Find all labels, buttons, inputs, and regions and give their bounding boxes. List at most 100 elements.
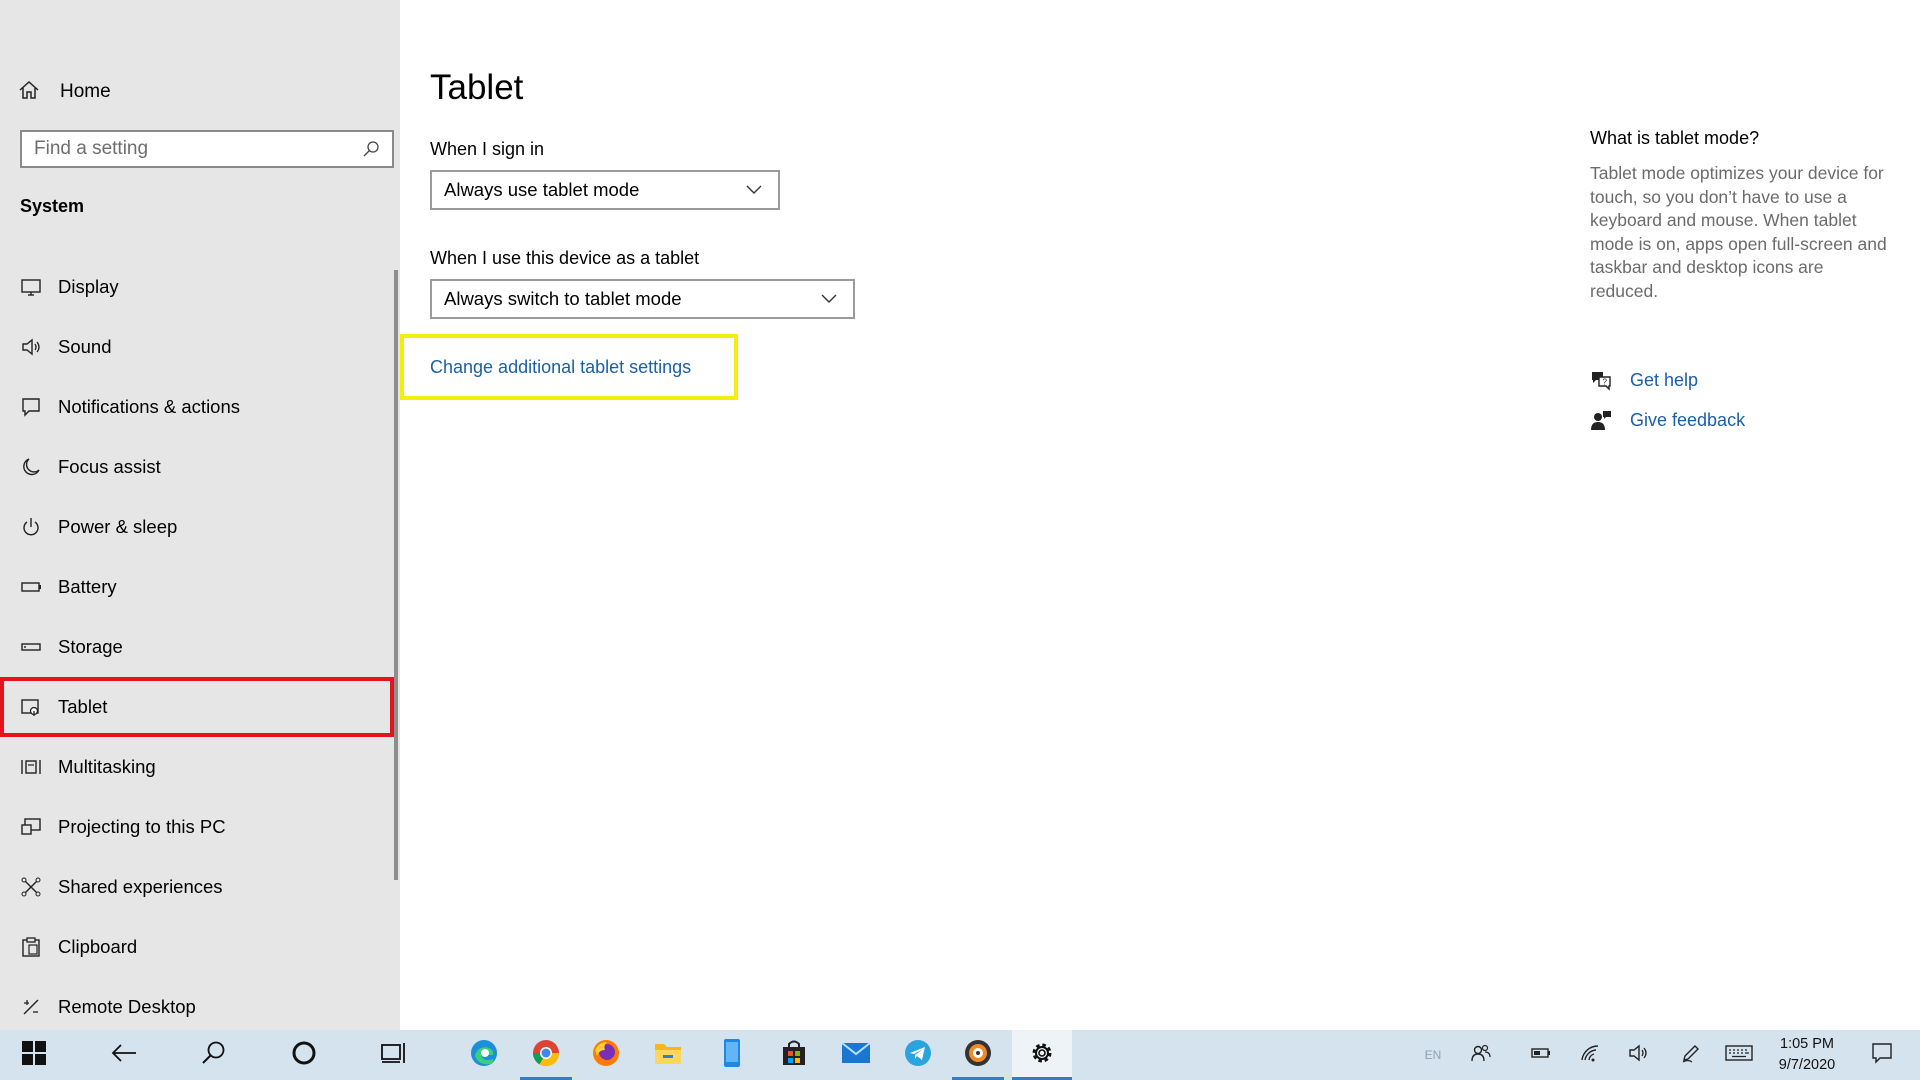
sidebar-item-label: Display — [58, 276, 119, 297]
tablet-use-label: When I use this device as a tablet — [430, 248, 700, 268]
additional-tablet-settings-link[interactable]: Change additional tablet settings — [430, 357, 691, 378]
telegram-button[interactable] — [890, 1030, 946, 1080]
aside-title: What is tablet mode? — [1590, 128, 1760, 148]
feedback-icon — [1590, 408, 1614, 432]
back-button[interactable] — [94, 1030, 154, 1080]
chrome-button[interactable] — [520, 1030, 572, 1080]
sidebar-item-label: Tablet — [58, 696, 108, 717]
speaker-icon — [18, 334, 44, 360]
telegram-icon — [903, 1038, 933, 1073]
monitor-icon — [18, 274, 44, 300]
volume-button[interactable] — [1624, 1030, 1654, 1080]
sidebar-scrollbar[interactable] — [394, 270, 398, 880]
sidebar-item-label: Projecting to this PC — [58, 816, 226, 837]
clock-date: 9/7/2020 — [1778, 1057, 1836, 1073]
start-button[interactable] — [4, 1030, 64, 1080]
sidebar-item-label: Power & sleep — [58, 516, 178, 537]
search-button[interactable] — [184, 1030, 244, 1080]
search-input[interactable] — [22, 137, 356, 161]
store-icon — [780, 1039, 808, 1072]
language-indicator[interactable]: EN — [1420, 1030, 1446, 1080]
phone-button[interactable] — [704, 1030, 760, 1080]
storage-icon — [18, 634, 44, 660]
search-box[interactable] — [20, 130, 394, 168]
touch-keyboard-button[interactable] — [1722, 1030, 1756, 1080]
remote-desktop-icon — [18, 994, 44, 1020]
mail-icon — [841, 1041, 871, 1070]
home-nav-item[interactable]: Home — [18, 72, 378, 112]
sidebar-item-notifications[interactable]: Notifications & actions — [0, 377, 400, 437]
sidebar: Home System Display Sound Notifications … — [0, 0, 400, 1030]
main-content: Tablet When I sign in Always use tablet … — [400, 0, 1500, 1030]
sidebar-item-projecting[interactable]: Projecting to this PC — [0, 797, 400, 857]
sidebar-item-storage[interactable]: Storage — [0, 617, 400, 677]
keyboard-icon — [1725, 1044, 1753, 1067]
action-center-button[interactable] — [1864, 1030, 1900, 1080]
people-icon — [1470, 1042, 1492, 1069]
language-label: EN — [1424, 1048, 1442, 1062]
notification-icon — [18, 394, 44, 420]
battery-tray-button[interactable] — [1526, 1030, 1556, 1080]
clock[interactable]: 1:05 PM 9/7/2020 — [1762, 1034, 1852, 1076]
sidebar-item-multitasking[interactable]: Multitasking — [0, 737, 400, 797]
sidebar-item-clipboard[interactable]: Clipboard — [0, 917, 400, 977]
phone-icon — [722, 1038, 742, 1073]
shared-icon — [18, 874, 44, 900]
sidebar-item-display[interactable]: Display — [0, 257, 400, 317]
sidebar-item-label: Shared experiences — [58, 876, 223, 897]
sign-in-label: When I sign in — [430, 139, 545, 159]
page-title: Tablet — [430, 68, 524, 107]
network-button[interactable] — [1576, 1030, 1606, 1080]
store-button[interactable] — [766, 1030, 822, 1080]
chevron-down-icon — [746, 180, 766, 200]
cortana-icon — [291, 1040, 317, 1071]
edge-button[interactable] — [454, 1030, 514, 1080]
chevron-down-icon — [821, 289, 841, 309]
get-help-link[interactable]: ? Get help — [1590, 368, 1698, 392]
tablet-use-dropdown-value: Always switch to tablet mode — [444, 288, 682, 309]
sign-in-dropdown-value: Always use tablet mode — [444, 179, 640, 200]
give-feedback-link[interactable]: Give feedback — [1590, 408, 1745, 432]
media-player-button[interactable] — [952, 1030, 1004, 1080]
search-icon[interactable] — [356, 134, 386, 164]
battery-icon — [1530, 1045, 1552, 1066]
nav-list: Display Sound Notifications & actions Fo… — [0, 257, 400, 1037]
tablet-use-dropdown[interactable]: Always switch to tablet mode — [430, 279, 855, 319]
firefox-button[interactable] — [578, 1030, 634, 1080]
battery-icon — [18, 574, 44, 600]
file-explorer-icon — [653, 1040, 683, 1071]
aside-description: Tablet mode optimizes your device for to… — [1590, 163, 1887, 301]
people-button[interactable] — [1466, 1030, 1496, 1080]
sidebar-item-remote-desktop[interactable]: Remote Desktop — [0, 977, 400, 1037]
power-icon — [18, 514, 44, 540]
windows-logo-icon — [21, 1040, 47, 1071]
notification-icon — [1871, 1042, 1893, 1069]
clock-time: 1:05 PM — [1780, 1036, 1834, 1052]
sidebar-item-power-sleep[interactable]: Power & sleep — [0, 497, 400, 557]
settings-button[interactable] — [1012, 1030, 1072, 1080]
sign-in-dropdown[interactable]: Always use tablet mode — [430, 170, 780, 210]
settings-icon — [1028, 1039, 1056, 1072]
cortana-button[interactable] — [274, 1030, 334, 1080]
sidebar-item-label: Storage — [58, 636, 123, 657]
sidebar-item-label: Sound — [58, 336, 112, 357]
pen-workspace-button[interactable] — [1676, 1030, 1706, 1080]
sidebar-item-tablet[interactable]: Tablet — [0, 677, 394, 737]
sidebar-item-label: Focus assist — [58, 456, 161, 477]
sidebar-item-shared-experiences[interactable]: Shared experiences — [0, 857, 400, 917]
tablet-icon — [18, 694, 44, 720]
sidebar-item-label: Remote Desktop — [58, 996, 196, 1017]
svg-text:?: ? — [1603, 378, 1608, 387]
sidebar-item-focus-assist[interactable]: Focus assist — [0, 437, 400, 497]
mail-button[interactable] — [828, 1030, 884, 1080]
sidebar-item-battery[interactable]: Battery — [0, 557, 400, 617]
help-chat-icon: ? — [1590, 368, 1614, 392]
task-view-button[interactable] — [364, 1030, 424, 1080]
sidebar-item-label: Notifications & actions — [58, 396, 241, 417]
sidebar-item-label: Clipboard — [58, 936, 138, 957]
home-icon — [18, 79, 40, 106]
get-help-label: Get help — [1630, 369, 1699, 390]
projecting-icon — [18, 814, 44, 840]
sidebar-item-sound[interactable]: Sound — [0, 317, 400, 377]
file-explorer-button[interactable] — [640, 1030, 696, 1080]
